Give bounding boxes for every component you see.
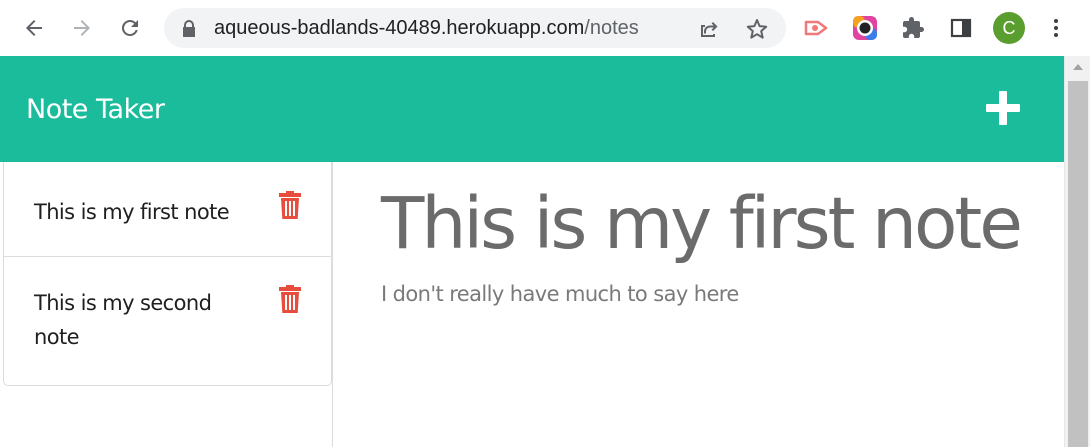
arrow-right-icon bbox=[74, 20, 90, 36]
browser-menu-button[interactable] bbox=[1042, 14, 1070, 42]
url-domain: aqueous-badlands-40489.herokuapp.com bbox=[214, 17, 585, 39]
list-item[interactable]: This is my first note bbox=[4, 162, 331, 257]
note-list-title: This is my first note bbox=[34, 200, 230, 224]
note-editor: This is my first note I don't really hav… bbox=[333, 162, 1064, 447]
extensions-button[interactable] bbox=[899, 14, 927, 42]
color-picker-extension-icon[interactable] bbox=[851, 14, 879, 42]
url-text: aqueous-badlands-40489.herokuapp.com/not… bbox=[214, 17, 639, 40]
side-panel-icon bbox=[950, 18, 972, 38]
note-list-title: This is my second note bbox=[34, 291, 212, 349]
side-panel-button[interactable] bbox=[947, 14, 975, 42]
reload-icon bbox=[121, 19, 138, 36]
cast-icon bbox=[804, 20, 828, 36]
screencast-extension-icon[interactable] bbox=[803, 14, 831, 42]
lock-icon bbox=[183, 20, 195, 37]
scrollbar-thumb[interactable] bbox=[1068, 81, 1088, 447]
list-item[interactable]: This is my second note bbox=[4, 257, 331, 385]
scroll-up-arrow-icon[interactable] bbox=[1073, 64, 1083, 70]
note-title-input[interactable]: This is my first note bbox=[381, 182, 1023, 265]
profile-avatar[interactable]: C bbox=[993, 12, 1025, 44]
page-scrollbar[interactable] bbox=[1064, 56, 1090, 447]
color-wheel-icon bbox=[853, 16, 877, 40]
plus-icon[interactable] bbox=[986, 91, 1020, 125]
note-textarea[interactable]: I don't really have much to say here bbox=[381, 282, 739, 306]
trash-icon[interactable] bbox=[279, 191, 301, 219]
note-list: This is my first note This is my second … bbox=[3, 162, 332, 386]
address-bar[interactable]: aqueous-badlands-40489.herokuapp.com/not… bbox=[164, 8, 786, 48]
trash-icon[interactable] bbox=[279, 285, 301, 313]
more-vertical-icon bbox=[1054, 19, 1058, 37]
browser-toolbar: aqueous-badlands-40489.herokuapp.com/not… bbox=[0, 0, 1090, 56]
brand-title[interactable]: Note Taker bbox=[26, 94, 165, 125]
notes-sidebar: This is my first note This is my second … bbox=[0, 162, 333, 447]
share-icon[interactable] bbox=[697, 17, 721, 41]
arrow-left-icon bbox=[26, 20, 42, 36]
forward-button[interactable] bbox=[68, 14, 96, 42]
url-path: /notes bbox=[584, 17, 639, 39]
puzzle-icon bbox=[903, 17, 924, 38]
bookmark-star-icon[interactable] bbox=[745, 17, 769, 41]
back-button[interactable] bbox=[20, 14, 48, 42]
reload-button[interactable] bbox=[116, 14, 144, 42]
app-navbar: Note Taker bbox=[0, 56, 1064, 162]
